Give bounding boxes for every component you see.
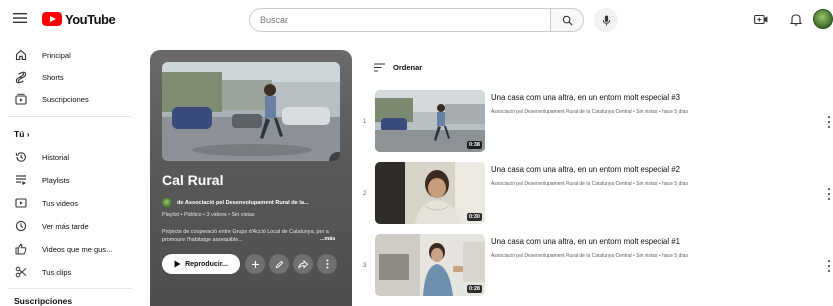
playlist-meta: Playlist • Público • 3 videos • Sin vist… [162,212,255,218]
video-duration: 0:38 [466,141,482,149]
your-videos-icon [14,196,28,210]
playlist-owner[interactable]: de Associació pel Desenvolupament Rural … [162,198,309,208]
sidebar-item-playlists[interactable]: Playlists [0,169,140,191]
bell-icon [790,13,802,26]
voice-search-button[interactable] [594,8,618,32]
history-icon [14,150,28,164]
playlist-owner-name: de Associació pel Desenvolupament Rural … [177,200,309,206]
video-index: 2 [363,191,367,197]
sidebar: Principal Shorts Suscripciones Tú › Hist… [0,38,140,306]
home-icon [14,48,28,62]
video-index: 3 [363,263,367,269]
microphone-icon [602,14,610,26]
sidebar-divider [8,116,132,117]
sidebar-item-history[interactable]: Historial [0,146,140,168]
video-menu-button[interactable] [826,116,832,128]
play-all-button[interactable]: Reproducir... [162,254,240,274]
video-channel-meta[interactable]: Associació pel Desenvolupament Rural de … [491,181,688,187]
subscriptions-icon [14,92,28,106]
search-bar [249,8,584,32]
video-duration: 0:28 [466,285,482,293]
more-options-button[interactable] [317,254,337,274]
video-thumbnail[interactable]: 0:30 [375,162,485,224]
video-index: 1 [363,119,367,125]
sidebar-item-your-videos[interactable]: Tus videos [0,192,140,214]
playlist-video-row[interactable]: 2 0:30 Una casa com una altra, en un ent… [360,162,833,230]
sort-label: Ordenar [393,63,423,72]
you-section-title: Tú › [14,129,30,139]
description-more-link[interactable]: ...más [320,236,335,242]
shorts-icon [14,70,28,84]
playlist-description: Projecte de cooperació entre Grups d'Acc… [162,229,329,243]
channel-avatar [162,198,172,208]
video-thumbnail[interactable]: 0:28 [375,234,485,296]
youtube-play-icon [42,12,62,26]
pencil-icon [336,157,340,161]
video-title[interactable]: Una casa com una altra, en un entorn mol… [491,93,680,102]
sidebar-item-label: Ver más tarde [42,221,89,231]
youtube-logo[interactable]: YouTube [42,10,116,28]
sort-icon [374,63,385,72]
plus-icon [251,260,259,268]
play-all-label: Reproducir... [185,260,228,268]
playlist-thumbnail[interactable] [162,62,340,161]
scissors-icon [14,265,28,279]
playlists-icon [14,173,28,187]
search-icon [562,15,573,26]
search-input[interactable] [249,8,550,32]
play-icon [174,260,181,268]
search-button[interactable] [550,8,584,32]
sidebar-item-label: Shorts [42,72,64,82]
sidebar-item-liked-videos[interactable]: Videos que me gus... [0,238,140,260]
video-thumbnail[interactable]: 0:38 [375,90,485,152]
sidebar-item-label: Tus videos [42,198,78,208]
sidebar-item-label: Historial [42,152,70,162]
sidebar-section-you[interactable]: Tú › [0,122,140,144]
playlist-header-panel: Cal Rural de Associació pel Desenvolupam… [150,50,352,306]
sidebar-item-clips[interactable]: Tus clips [0,261,140,283]
notifications-button[interactable] [787,10,805,28]
subscriptions-section-title: Suscripciones [14,296,73,306]
sidebar-item-watch-later[interactable]: Ver más tarde [0,215,140,237]
add-button[interactable] [245,254,265,274]
video-channel-meta[interactable]: Associació pel Desenvolupament Rural de … [491,109,688,115]
create-button[interactable] [752,10,770,28]
sidebar-item-shorts[interactable]: Shorts [0,66,140,88]
playlist-video-row[interactable]: 3 0:28 Una casa com una altra, en un ent… [360,234,833,302]
video-channel-meta[interactable]: Associació pel Desenvolupament Rural de … [491,253,688,259]
playlist-video-row[interactable]: 1 0:38 Una casa com una altra, en un ent… [360,90,833,158]
top-bar: YouTube [0,0,833,38]
share-button[interactable] [293,254,313,274]
sidebar-divider [8,288,132,289]
create-video-icon [754,14,768,24]
sidebar-item-label: Videos que me gus... [42,244,113,254]
menu-icon[interactable] [12,10,28,26]
video-menu-button[interactable] [826,188,832,200]
video-title[interactable]: Una casa com una altra, en un entorn mol… [491,237,680,246]
more-vertical-icon [326,259,328,269]
sidebar-item-home[interactable]: Principal [0,44,140,66]
logo-text: YouTube [65,11,116,27]
sidebar-item-label: Tus clips [42,267,72,277]
liked-videos-icon [14,242,28,256]
video-menu-button[interactable] [826,260,832,272]
watch-later-icon [14,219,28,233]
edit-button[interactable] [269,254,289,274]
account-avatar[interactable] [813,9,833,29]
sidebar-item-subscriptions[interactable]: Suscripciones [0,88,140,110]
video-duration: 0:30 [466,213,482,221]
video-title[interactable]: Una casa com una altra, en un entorn mol… [491,165,680,174]
sidebar-item-label: Principal [42,50,71,60]
sidebar-item-label: Suscripciones [42,94,89,104]
sort-button[interactable]: Ordenar [374,63,422,72]
sidebar-item-label: Playlists [42,175,70,185]
pencil-icon [275,260,283,268]
playlist-title: Cal Rural [162,172,224,188]
share-icon [298,259,308,269]
